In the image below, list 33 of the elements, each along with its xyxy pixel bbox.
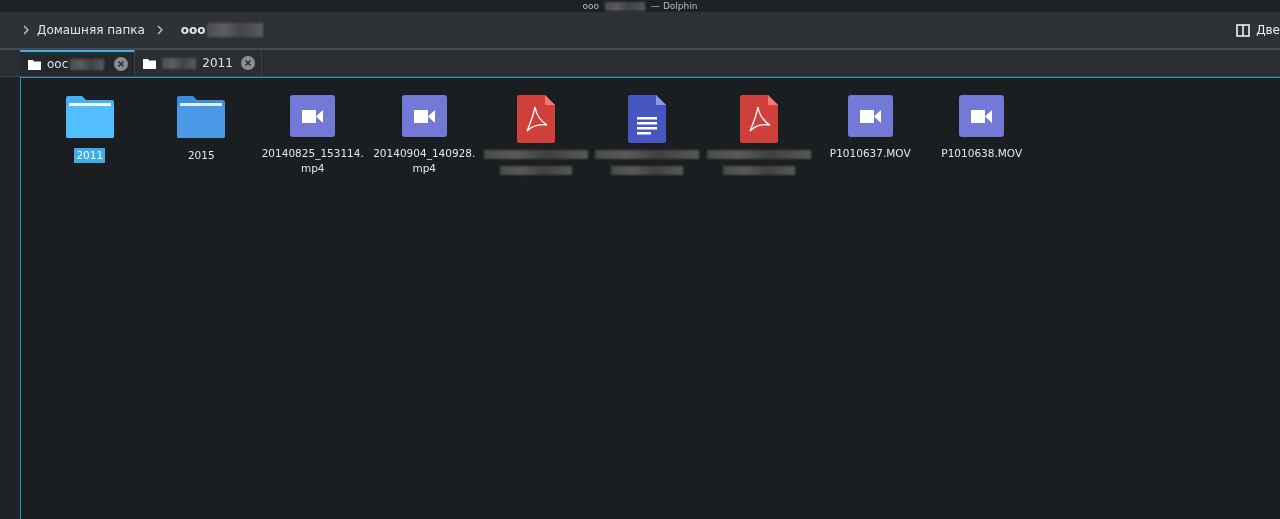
pdf-icon[interactable] xyxy=(516,95,555,143)
file-name[interactable]: P1010638.MOV xyxy=(941,146,1023,161)
video-icon[interactable] xyxy=(959,95,1005,137)
split-view-icon xyxy=(1236,23,1251,37)
folder-icon xyxy=(143,57,157,69)
pdf-icon[interactable] xyxy=(739,95,778,143)
chevron-icon xyxy=(22,25,30,35)
window-title: ooo xyxy=(582,1,600,11)
folder-icon xyxy=(28,58,41,70)
window-title: — Dolphin xyxy=(651,1,698,11)
video-icon[interactable] xyxy=(401,95,447,137)
tab[interactable]: ooc xyxy=(20,50,136,76)
close-icon[interactable] xyxy=(114,57,129,71)
file-name[interactable]: 2015 xyxy=(187,148,215,163)
video-icon[interactable] xyxy=(847,95,893,137)
tab-label: ooc xyxy=(47,57,69,71)
folder-icon[interactable] xyxy=(176,95,227,139)
chevron-icon xyxy=(155,25,164,35)
file-name[interactable]: P1010637.MOV xyxy=(829,146,911,161)
video-icon[interactable] xyxy=(290,95,336,137)
file-name[interactable]: 20140904_140928. mp4 xyxy=(373,146,476,176)
tab[interactable]: 2011 xyxy=(135,50,262,76)
split-view-button[interactable]: Две xyxy=(1236,23,1280,37)
redacted-block xyxy=(605,1,646,11)
close-icon[interactable] xyxy=(240,56,255,70)
folder-icon[interactable] xyxy=(64,95,115,139)
document-icon[interactable] xyxy=(628,95,667,143)
file-name[interactable]: 20140825_153114. mp4 xyxy=(261,146,364,176)
redacted-block xyxy=(162,57,197,69)
breadcrumb-item[interactable]: Домашняя папка xyxy=(37,23,145,37)
breadcrumb-item[interactable]: ooo xyxy=(180,23,206,37)
redacted-block xyxy=(70,58,105,70)
tab-label: 2011 xyxy=(202,56,233,70)
